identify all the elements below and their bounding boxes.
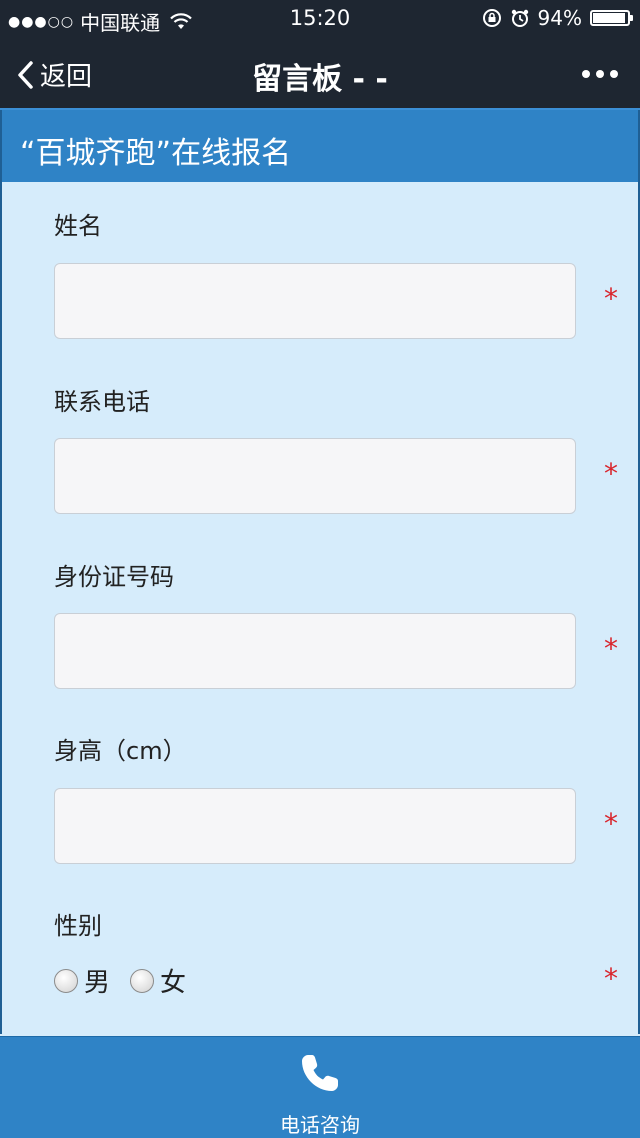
- rotation-lock-icon: [482, 9, 501, 27]
- name-input[interactable]: [54, 263, 576, 339]
- form-title: “百城齐跑”在线报名: [20, 136, 292, 171]
- gender-option-female[interactable]: 女: [130, 962, 186, 999]
- required-marker: *: [604, 632, 618, 665]
- status-right: 94%: [482, 6, 633, 30]
- required-marker: *: [604, 282, 618, 315]
- gender-option-label: 女: [160, 968, 187, 998]
- form-header: “百城齐跑”在线报名: [0, 110, 640, 182]
- phone-label: 联系电话: [54, 388, 150, 416]
- more-options-button[interactable]: [582, 70, 618, 78]
- required-marker: *: [604, 962, 618, 995]
- id-number-input[interactable]: [54, 613, 576, 689]
- name-label: 姓名: [54, 212, 102, 240]
- status-bar: ●●●○○ 中国联通 15:20 94%: [0, 0, 640, 36]
- height-input[interactable]: [54, 788, 576, 864]
- radio-button[interactable]: [130, 968, 155, 993]
- gender-radio-group: 男 女: [54, 962, 206, 999]
- alarm-icon: [511, 9, 528, 27]
- phone-consult-label: 电话咨询: [280, 1113, 360, 1137]
- battery-level: [593, 13, 625, 23]
- page-title: 留言板 - -: [252, 62, 388, 97]
- id-number-label: 身份证号码: [54, 563, 174, 591]
- more-dot-icon: [610, 70, 618, 78]
- required-marker: *: [604, 457, 618, 490]
- required-marker: *: [604, 807, 618, 840]
- gender-option-label: 男: [84, 968, 111, 998]
- gender-option-male[interactable]: 男: [54, 962, 110, 999]
- more-dot-icon: [596, 70, 604, 78]
- radio-button[interactable]: [54, 968, 78, 993]
- more-dot-icon: [582, 70, 590, 78]
- gender-label: 性别: [54, 912, 102, 940]
- phone-input[interactable]: [54, 438, 576, 514]
- phone-icon: [302, 1055, 338, 1091]
- battery-icon: [590, 10, 633, 26]
- phone-consult-button[interactable]: 电话咨询: [0, 1036, 640, 1138]
- nav-bar: 返回 留言板 - -: [0, 36, 640, 110]
- height-label: 身高（cm）: [54, 737, 187, 765]
- battery-percent: 94%: [537, 6, 582, 30]
